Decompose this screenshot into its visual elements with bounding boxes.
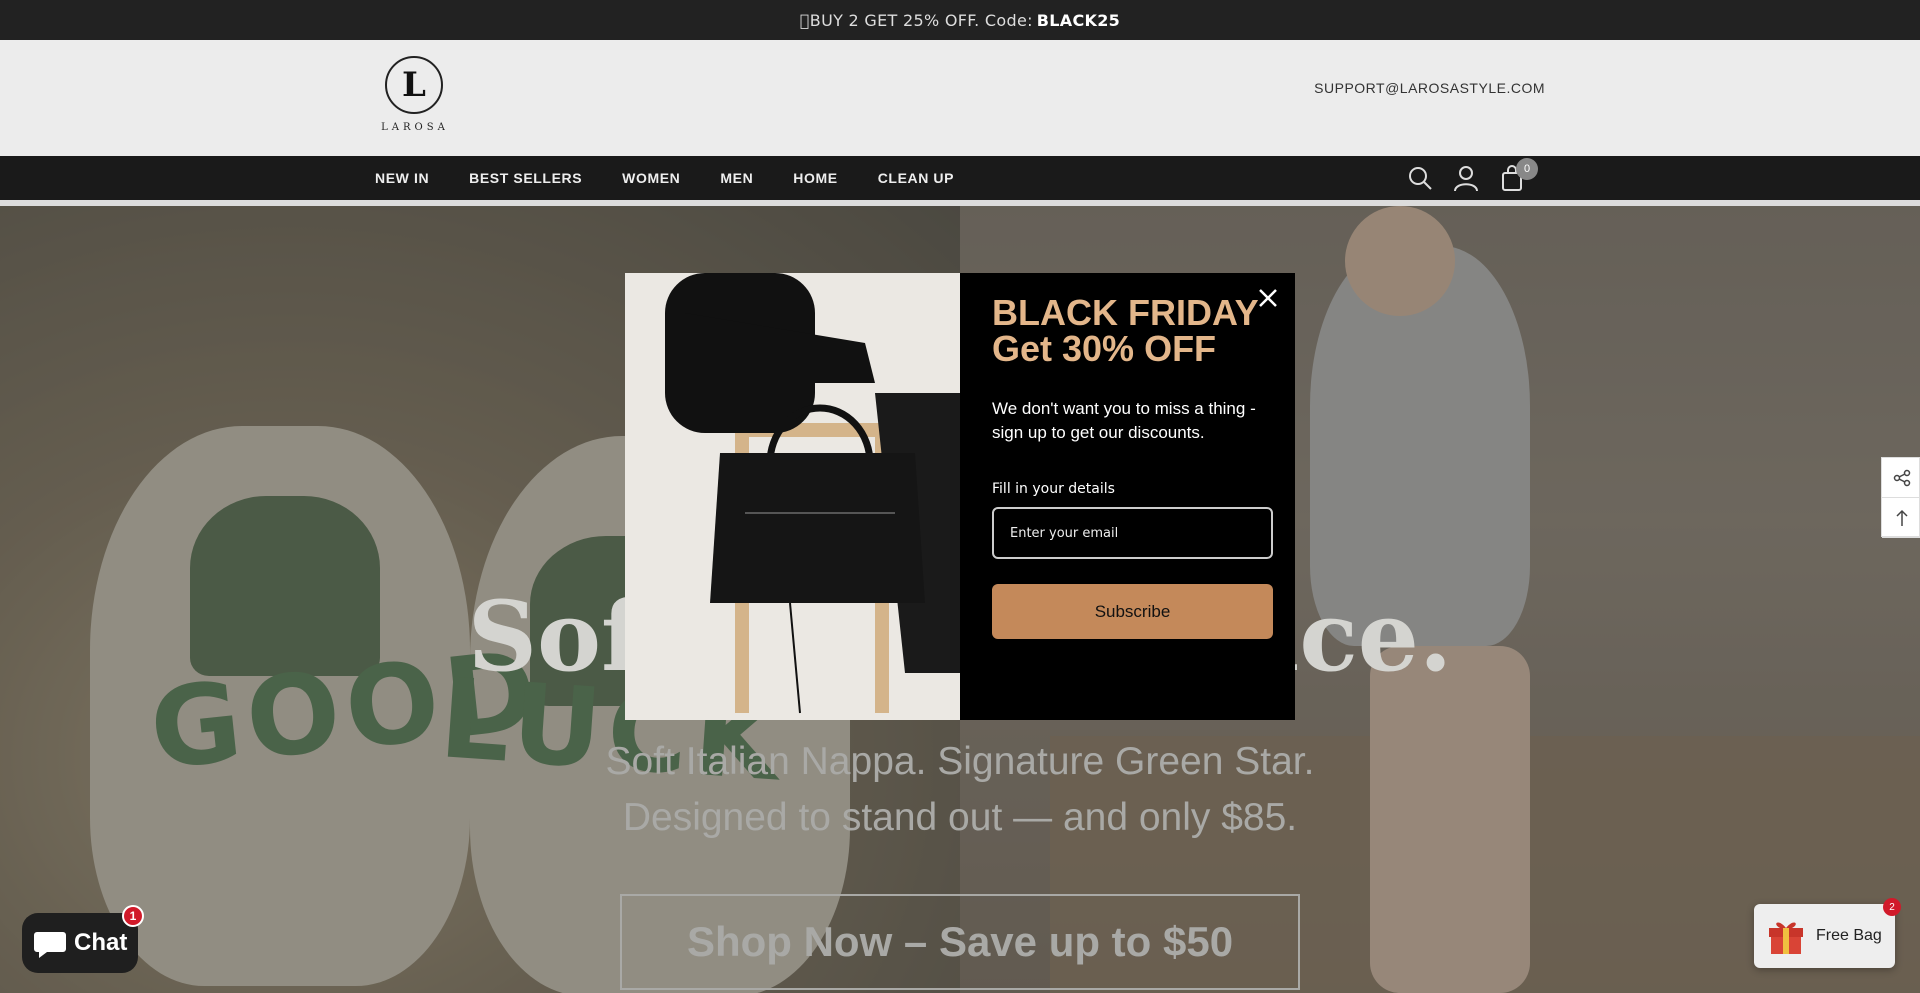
shop-now-button[interactable]: Shop Now – Save up to $50	[620, 894, 1300, 990]
popup-form-label: Fill in your details	[992, 481, 1115, 497]
hero-subtitle: Soft Italian Nappa. Signature Green Star…	[560, 734, 1360, 846]
popup-content: BLACK FRIDAY Get 30% OFF We don't want y…	[960, 273, 1295, 720]
main-nav: NEW IN BEST SELLERS WOMEN MEN HOME CLEAN…	[0, 156, 1920, 200]
side-tools	[1881, 457, 1920, 538]
nav-item-best-sellers[interactable]: BEST SELLERS	[469, 170, 582, 186]
newsletter-popup: BLACK FRIDAY Get 30% OFF We don't want y…	[625, 273, 1295, 720]
announcement-code: BLACK25	[1036, 10, 1121, 30]
logo-mark: L	[385, 56, 443, 114]
nav-item-new-in[interactable]: NEW IN	[375, 170, 429, 186]
chat-button[interactable]: Chat 1	[22, 905, 144, 973]
subscribe-button[interactable]: Subscribe	[992, 584, 1273, 639]
hero-subtitle-line-2: Designed to stand out — and only $85.	[622, 796, 1298, 839]
cart-icon[interactable]: 0	[1498, 158, 1538, 192]
popup-description: We don't want you to miss a thing - sign…	[992, 399, 1256, 442]
nav-item-home[interactable]: HOME	[793, 170, 837, 186]
announcement-bar:  BUY 2 GET 25% OFF. Code: BLACK25	[0, 0, 1920, 40]
nav-item-women[interactable]: WOMEN	[622, 170, 680, 186]
chat-unread-badge: 1	[122, 905, 144, 927]
free-bag-label: Free Bag	[1816, 927, 1882, 944]
chat-icon	[34, 932, 66, 958]
nav-links: NEW IN BEST SELLERS WOMEN MEN HOME CLEAN…	[375, 156, 994, 200]
site-header: L LAROSA SUPPORT@LAROSASTYLE.COM	[0, 40, 1920, 156]
search-icon[interactable]	[1406, 164, 1434, 192]
nav-item-clean-up[interactable]: CLEAN UP	[878, 170, 954, 186]
free-bag-badge: 2	[1883, 898, 1901, 916]
cart-count-badge: 0	[1516, 158, 1538, 180]
popup-illustration	[625, 273, 960, 720]
popup-title-line-2: Get 30% OFF	[992, 328, 1217, 369]
logo[interactable]: L LAROSA	[377, 56, 453, 134]
logo-text: LAROSA	[381, 122, 449, 133]
close-icon[interactable]	[1255, 285, 1281, 311]
hero-subtitle-line-1: Soft Italian Nappa. Signature Green Star…	[605, 740, 1315, 783]
email-input[interactable]	[992, 507, 1273, 559]
free-bag-button[interactable]: Free Bag 2	[1754, 898, 1901, 968]
back-to-top-icon[interactable]	[1882, 498, 1920, 538]
popup-image	[625, 273, 960, 720]
nav-icons: 0	[1406, 158, 1544, 192]
share-icon[interactable]	[1882, 458, 1920, 498]
account-icon[interactable]	[1452, 164, 1480, 192]
popup-title-line-1: BLACK FRIDAY	[992, 292, 1259, 333]
chat-label: Chat	[74, 929, 128, 956]
announcement-text:  BUY 2 GET 25% OFF. Code:	[799, 10, 1033, 30]
gift-icon	[1769, 922, 1803, 954]
support-email-link[interactable]: SUPPORT@LAROSASTYLE.COM	[1314, 80, 1545, 96]
nav-item-men[interactable]: MEN	[720, 170, 753, 186]
popup-title: BLACK FRIDAY Get 30% OFF	[992, 295, 1273, 367]
